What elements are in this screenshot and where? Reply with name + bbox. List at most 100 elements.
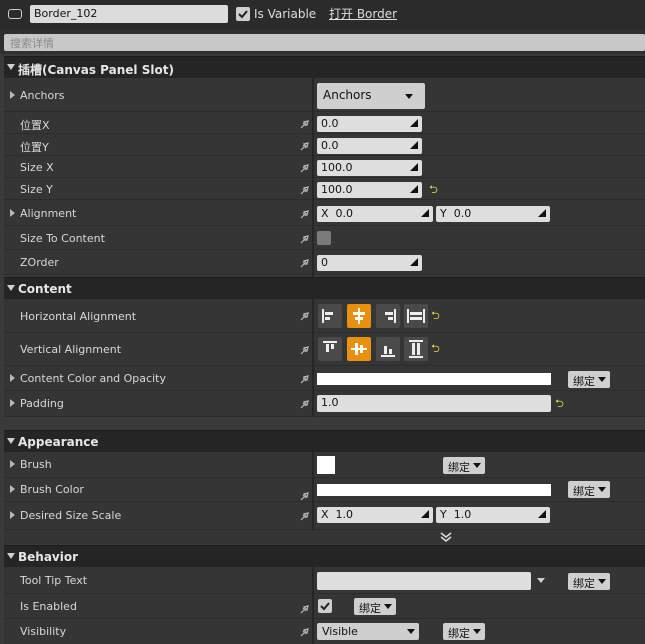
alignment-y-prefix: Y (440, 207, 447, 220)
size-y-field[interactable]: 100.0 (317, 182, 422, 198)
property-pin-icon[interactable] (300, 209, 309, 219)
property-pin-icon[interactable] (300, 345, 309, 355)
reset-to-default-icon[interactable]: ⮌ (431, 310, 440, 321)
property-pin-icon[interactable] (300, 399, 309, 409)
bind-label: 绑定 (573, 375, 595, 388)
column-divider[interactable] (312, 299, 314, 417)
padding-label: Padding (20, 397, 64, 410)
h-align-right-button[interactable] (376, 304, 400, 328)
property-pin-icon[interactable] (300, 119, 309, 129)
position-y-value: 0.0 (321, 139, 339, 152)
drag-handle-icon (410, 185, 418, 193)
search-input[interactable]: 搜索详情 (4, 34, 645, 51)
is-variable-label: Is Variable (254, 7, 317, 21)
brush-bind-button[interactable]: 绑定 (443, 457, 485, 474)
align-right-icon (385, 309, 396, 323)
alignment-x-field[interactable]: X 0.0 (317, 206, 433, 222)
collapse-triangle-icon (7, 285, 15, 291)
property-pin-icon[interactable] (300, 627, 309, 637)
property-pin-icon[interactable] (300, 185, 309, 195)
brush-color-swatch[interactable] (317, 484, 551, 496)
tool-tip-input[interactable] (317, 572, 531, 590)
desired-y-prefix: Y (440, 508, 447, 521)
is-enabled-checkbox[interactable] (318, 599, 332, 613)
bind-label: 绑定 (359, 602, 381, 615)
v-align-top-button[interactable] (318, 337, 342, 361)
property-pin-icon[interactable] (300, 163, 309, 173)
v-align-center-button[interactable] (347, 337, 371, 361)
property-pin-icon[interactable] (300, 311, 309, 321)
visibility-bind-button[interactable]: 绑定 (443, 623, 485, 640)
anchors-value: Anchors (323, 88, 372, 102)
zorder-field[interactable]: 0 (317, 255, 422, 271)
brush-swatch[interactable] (317, 456, 335, 474)
property-pin-icon[interactable] (300, 604, 309, 614)
h-align-fill-button[interactable] (404, 304, 428, 328)
column-divider[interactable] (312, 452, 314, 530)
content-color-label: Content Color and Opacity (20, 372, 166, 385)
expand-arrow-icon[interactable] (10, 460, 15, 468)
alignment-y-field[interactable]: Y 0.0 (436, 206, 550, 222)
h-align-center-button[interactable] (347, 304, 371, 328)
expand-arrow-icon[interactable] (10, 399, 15, 407)
chevron-down-icon (473, 629, 481, 634)
drag-handle-icon (410, 163, 418, 171)
collapse-triangle-icon (7, 438, 15, 444)
desired-x-field[interactable]: X 1.0 (317, 507, 433, 523)
expand-arrow-icon[interactable] (10, 511, 15, 519)
section-canvas-panel-slot[interactable]: 插槽(Canvas Panel Slot) (4, 56, 645, 78)
content-color-swatch[interactable] (317, 373, 551, 385)
tool-tip-bind-button[interactable]: 绑定 (568, 573, 610, 590)
reset-to-default-icon[interactable]: ⮌ (431, 343, 440, 354)
expand-arrow-icon[interactable] (10, 209, 15, 217)
alignment-y-value: 0.0 (453, 207, 472, 220)
expand-arrow-icon[interactable] (10, 374, 15, 382)
property-pin-icon[interactable] (300, 234, 309, 244)
drag-handle-icon (421, 510, 429, 518)
section-behavior[interactable]: Behavior (4, 545, 645, 567)
is-enabled-bind-button[interactable]: 绑定 (354, 598, 396, 615)
content-color-bind-button[interactable]: 绑定 (568, 371, 610, 388)
reset-to-default-icon[interactable]: ⮌ (429, 184, 438, 195)
vertical-alignment-label: Vertical Alignment (20, 343, 122, 356)
check-icon (320, 602, 330, 611)
alignment-x-prefix: X (321, 207, 329, 220)
visibility-value: Visible (322, 625, 358, 638)
expand-arrow-icon[interactable] (10, 485, 15, 493)
column-divider[interactable] (312, 567, 314, 644)
padding-field[interactable]: 1.0 (317, 395, 551, 412)
size-x-value: 100.0 (321, 161, 353, 174)
size-to-content-checkbox[interactable] (317, 231, 331, 245)
align-middle-icon (351, 343, 367, 355)
zorder-value: 0 (321, 256, 328, 269)
advanced-expander[interactable] (4, 530, 645, 544)
brush-color-bind-button[interactable]: 绑定 (568, 481, 610, 498)
v-align-fill-button[interactable] (404, 337, 428, 361)
open-border-link[interactable]: 打开 Border (329, 5, 397, 22)
property-pin-icon[interactable] (300, 491, 309, 501)
reset-to-default-icon[interactable]: ⮌ (555, 398, 564, 409)
v-align-bottom-button[interactable] (376, 337, 400, 361)
widget-name-field[interactable]: Border_102 (30, 5, 228, 23)
anchors-dropdown[interactable]: Anchors (317, 83, 425, 109)
position-x-field[interactable]: 0.0 (317, 116, 422, 132)
section-appearance[interactable]: Appearance (4, 430, 645, 452)
expand-arrow-icon[interactable] (10, 91, 15, 99)
property-pin-icon[interactable] (300, 374, 309, 384)
brush-label: Brush (20, 458, 52, 471)
property-pin-icon[interactable] (300, 141, 309, 151)
visibility-dropdown[interactable]: Visible (317, 623, 419, 640)
drag-handle-icon (421, 209, 429, 217)
is-variable-checkbox[interactable] (236, 7, 250, 21)
desired-y-field[interactable]: Y 1.0 (436, 507, 550, 523)
property-pin-icon[interactable] (300, 258, 309, 268)
h-align-left-button[interactable] (318, 304, 342, 328)
size-x-field[interactable]: 100.0 (317, 160, 422, 176)
section-content[interactable]: Content (4, 277, 645, 299)
position-y-field[interactable]: 0.0 (317, 138, 422, 154)
chevron-down-icon[interactable] (537, 578, 545, 583)
column-divider[interactable] (312, 78, 314, 277)
desired-size-scale-label: Desired Size Scale (20, 509, 122, 522)
property-pin-icon[interactable] (300, 511, 309, 521)
chevron-down-icon (598, 487, 606, 492)
